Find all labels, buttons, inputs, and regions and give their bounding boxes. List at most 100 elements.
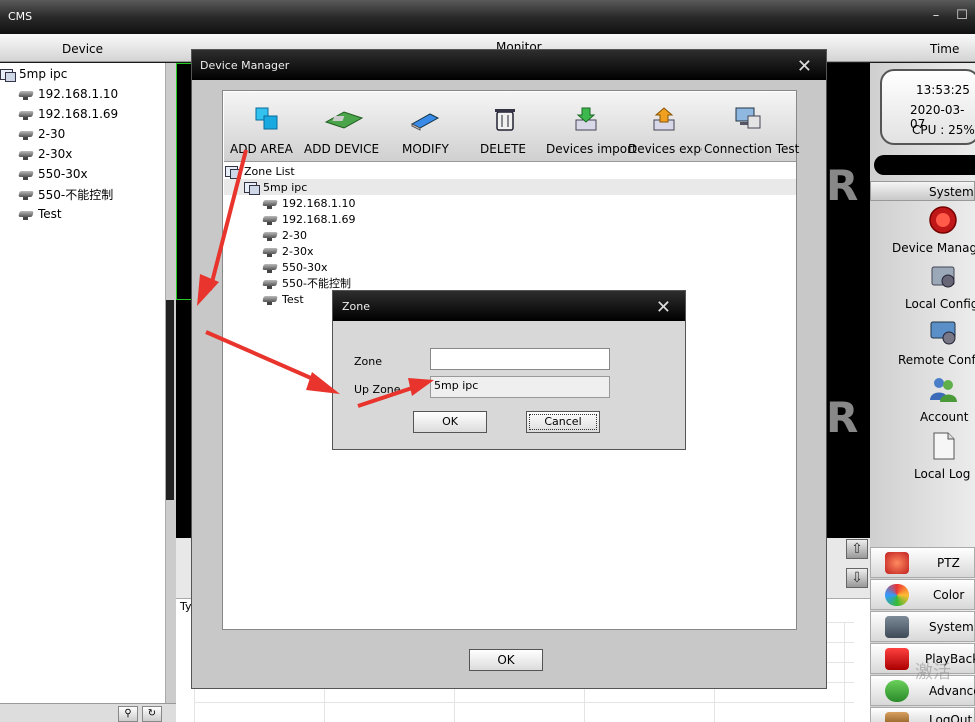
color-icon <box>885 584 909 606</box>
zone-icon <box>225 164 241 179</box>
devices-export-button[interactable]: Devices export <box>626 106 702 162</box>
tree-item[interactable]: 192.168.1.69 <box>18 104 118 124</box>
tree-item[interactable]: 550-不能控制 <box>18 184 113 204</box>
system-label: System <box>929 620 974 634</box>
tree-item[interactable]: 192.168.1.10 <box>18 84 118 104</box>
scroll-up-icon[interactable]: ⇧ <box>846 539 868 559</box>
device-item[interactable]: 2-30x <box>262 243 313 259</box>
modify-button[interactable]: MODIFY <box>400 106 452 162</box>
account-icon <box>930 378 957 402</box>
close-icon[interactable]: ✕ <box>656 297 671 318</box>
tree-item[interactable]: 2-30 <box>18 124 65 144</box>
remote-config-label: Remote Config <box>898 353 975 367</box>
ptz-label: PTZ <box>937 556 960 570</box>
zone-label: Zone <box>354 355 383 368</box>
system-icon <box>885 616 909 638</box>
local-config-button[interactable]: Local Config <box>870 261 975 317</box>
add-device-button[interactable]: ADD DEVICE <box>304 106 384 162</box>
modify-label: MODIFY <box>402 142 449 156</box>
refresh-icon[interactable]: ↻ <box>142 706 162 722</box>
tree-item-label: 2-30x <box>38 147 73 161</box>
system-header-label: System <box>929 185 974 199</box>
device-tree-panel: 5mp ipc 192.168.1.10 192.168.1.69 2-30 2… <box>0 63 166 703</box>
camera-icon <box>262 213 278 225</box>
right-panel: 13:53:25 2020-03-07 CPU : 25% System Dev… <box>870 63 975 722</box>
camera-icon <box>262 197 278 209</box>
zone-ok-button[interactable]: OK <box>413 411 487 433</box>
device-item-label: 192.168.1.10 <box>282 196 356 210</box>
device-item[interactable]: 550-不能控制 <box>262 275 351 291</box>
connection-test-button[interactable]: Connection Test <box>702 106 800 162</box>
playback-icon <box>885 648 909 670</box>
video-logo-mark: R <box>826 393 859 442</box>
activation-watermark: 激活 <box>915 662 951 683</box>
zone-list-root[interactable]: Zone List <box>225 163 295 179</box>
tree-root-zone[interactable]: 5mp ipc <box>0 64 67 84</box>
logout-button[interactable]: LogOut <box>870 707 975 722</box>
color-label: Color <box>933 588 965 602</box>
devices-import-button[interactable]: Devices import <box>544 106 637 162</box>
import-icon <box>575 107 597 131</box>
add-device-label: ADD DEVICE <box>304 142 380 156</box>
app-title: CMS <box>8 10 33 23</box>
export-icon <box>653 107 675 131</box>
device-item[interactable]: 550-30x <box>262 259 327 275</box>
local-log-icon <box>933 432 955 460</box>
logout-icon <box>885 712 909 722</box>
upzone-field[interactable]: 5mp ipc <box>430 376 610 398</box>
maximize-icon[interactable]: ☐ <box>954 8 970 24</box>
ptz-icon <box>885 552 909 574</box>
delete-button[interactable]: DELETE <box>478 106 528 162</box>
remote-config-button[interactable]: Remote Config <box>870 317 975 373</box>
minimize-icon[interactable]: – <box>928 8 944 24</box>
tree-item[interactable]: 550-30x <box>18 164 88 184</box>
account-button[interactable]: Account <box>870 374 975 430</box>
zone-name-input[interactable] <box>430 348 610 370</box>
tree-item[interactable]: Test <box>18 204 62 224</box>
system-button[interactable]: System <box>870 611 975 642</box>
tree-item-label: 192.168.1.69 <box>38 107 119 121</box>
window-titlebar: CMS – ☐ <box>0 0 975 34</box>
log-tab-label[interactable]: Ty <box>180 600 192 613</box>
status-bar <box>874 155 975 175</box>
devices-import-label: Devices import <box>546 142 637 156</box>
zone-cancel-button[interactable]: Cancel <box>526 411 600 433</box>
logout-label: LogOut <box>929 713 973 722</box>
system-section-header[interactable]: System <box>870 181 975 201</box>
add-device-icon <box>324 111 364 129</box>
connection-test-label: Connection Test <box>704 142 800 156</box>
device-manage-button[interactable]: Device Manage <box>870 205 975 261</box>
device-header: Device <box>62 42 104 56</box>
ptz-button[interactable]: PTZ <box>870 547 975 578</box>
zone-dialog: Zone ✕ Zone Up Zone 5mp ipc OK Cancel <box>332 290 686 450</box>
clock-time: 13:53:25 <box>916 83 970 97</box>
scroll-down-icon[interactable]: ⇩ <box>846 568 868 588</box>
local-config-label: Local Config <box>905 297 975 311</box>
search-icon[interactable]: ⚲ <box>118 706 138 722</box>
camera-icon <box>262 261 278 273</box>
zone-item[interactable]: 5mp ipc <box>244 179 307 195</box>
camera-icon <box>262 277 278 289</box>
camera-icon <box>18 128 34 140</box>
tree-item[interactable]: 2-30x <box>18 144 72 164</box>
advance-label: Advance <box>929 684 975 698</box>
device-manager-ok-button[interactable]: OK <box>469 649 543 671</box>
device-item-label: Test <box>282 292 304 306</box>
close-icon[interactable]: ✕ <box>797 56 812 77</box>
device-item[interactable]: Test <box>262 291 304 307</box>
device-manager-titlebar: Device Manager ✕ <box>192 50 826 80</box>
camera-icon <box>262 293 278 305</box>
zone-item-label: 5mp ipc <box>263 180 308 194</box>
left-scrollbar-thumb[interactable] <box>166 300 174 500</box>
device-item[interactable]: 2-30 <box>262 227 307 243</box>
device-item-label: 550-30x <box>282 260 328 274</box>
add-area-button[interactable]: ADD AREA <box>228 106 293 162</box>
zone-icon <box>244 180 260 195</box>
modify-icon <box>410 113 440 131</box>
device-item[interactable]: 192.168.1.69 <box>262 211 355 227</box>
device-item[interactable]: 192.168.1.10 <box>262 195 355 211</box>
local-log-button[interactable]: Local Log <box>870 431 975 487</box>
time-header: Time <box>930 42 960 56</box>
color-button[interactable]: Color <box>870 579 975 610</box>
zone-dialog-title: Zone <box>342 300 371 313</box>
